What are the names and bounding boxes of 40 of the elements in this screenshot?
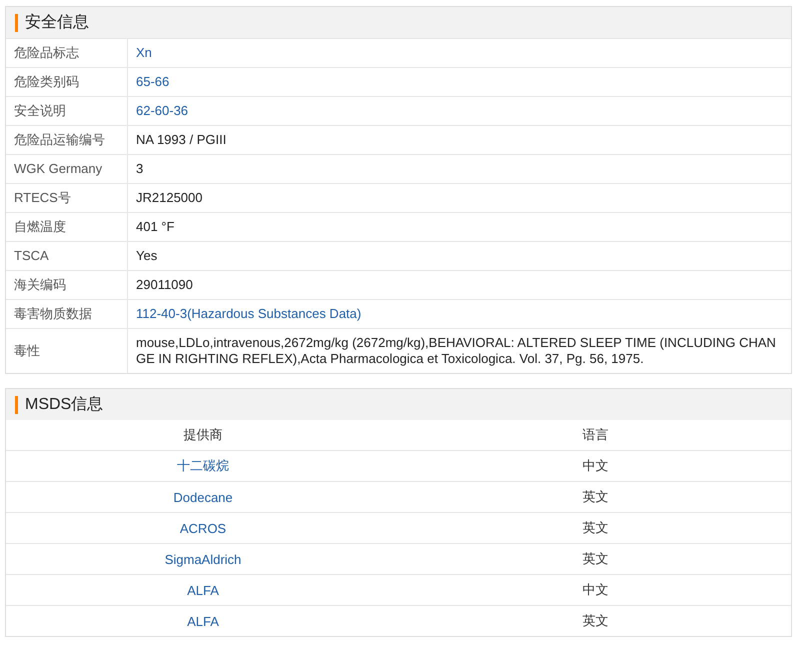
row-label: 海关编码 [6,271,128,299]
language-cell: 英文 [582,550,608,568]
row-label: 安全说明 [6,97,128,125]
language-cell: 中文 [582,457,608,475]
provider-link[interactable]: Dodecane [173,490,233,504]
provider-link[interactable]: ALFA [187,614,219,628]
value-link[interactable]: 65-66 [128,68,791,96]
language-cell: 中文 [582,581,608,599]
provider-link[interactable]: SigmaAldrich [164,552,242,566]
row-label: 自燃温度 [6,213,128,241]
row-label: 毒害物质数据 [6,300,128,328]
provider-link[interactable]: 十二碳烷 [177,457,229,475]
section-title: MSDS信息 [25,395,104,415]
row-label: 毒性 [6,329,128,373]
column-header: 语言 [582,426,608,444]
value-link[interactable]: 62-60-36 [128,97,791,125]
row-label: 危险品标志 [6,39,128,67]
row-label: WGK Germany [6,155,128,183]
row-value: 29011090 [135,276,194,294]
provider-link[interactable]: ACROS [180,520,226,536]
row-label: TSCA [6,242,128,270]
language-cell: 英文 [582,612,608,630]
column-header: 提供商 [184,426,222,444]
accent-bar [15,396,18,414]
accent-bar [15,14,18,32]
row-label: RTECS号 [6,184,128,212]
row-label: 危险品运输编号 [6,126,128,154]
language-cell: 英文 [582,488,608,506]
row-value: mouse,LDLo,intravenous,2672mg/kg (2672mg/kg),BEHAVIORAL: ALTERED SLEEP TIME (INCLUDING CHANGE IN RIGHTING REFLEX),Acta Pharmacologica et Toxicologica. Vol. 37, Pg. 56, 1975. [135,334,777,368]
value-link[interactable]: 112-40-3(Hazardous Substances Data) [128,300,791,328]
section-title: 安全信息 [25,12,89,33]
row-value: 3 [135,160,144,178]
row-value: 401 °F [135,218,176,236]
row-label: 危险类别码 [6,68,128,96]
row-value: JR2125000 [135,189,204,207]
row-value: NA 1993 / PGIII [135,131,228,149]
provider-link[interactable]: ALFA [187,582,219,598]
value-link[interactable]: Xn [128,39,791,67]
row-value: Yes [135,247,158,265]
language-cell: 英文 [582,519,608,537]
